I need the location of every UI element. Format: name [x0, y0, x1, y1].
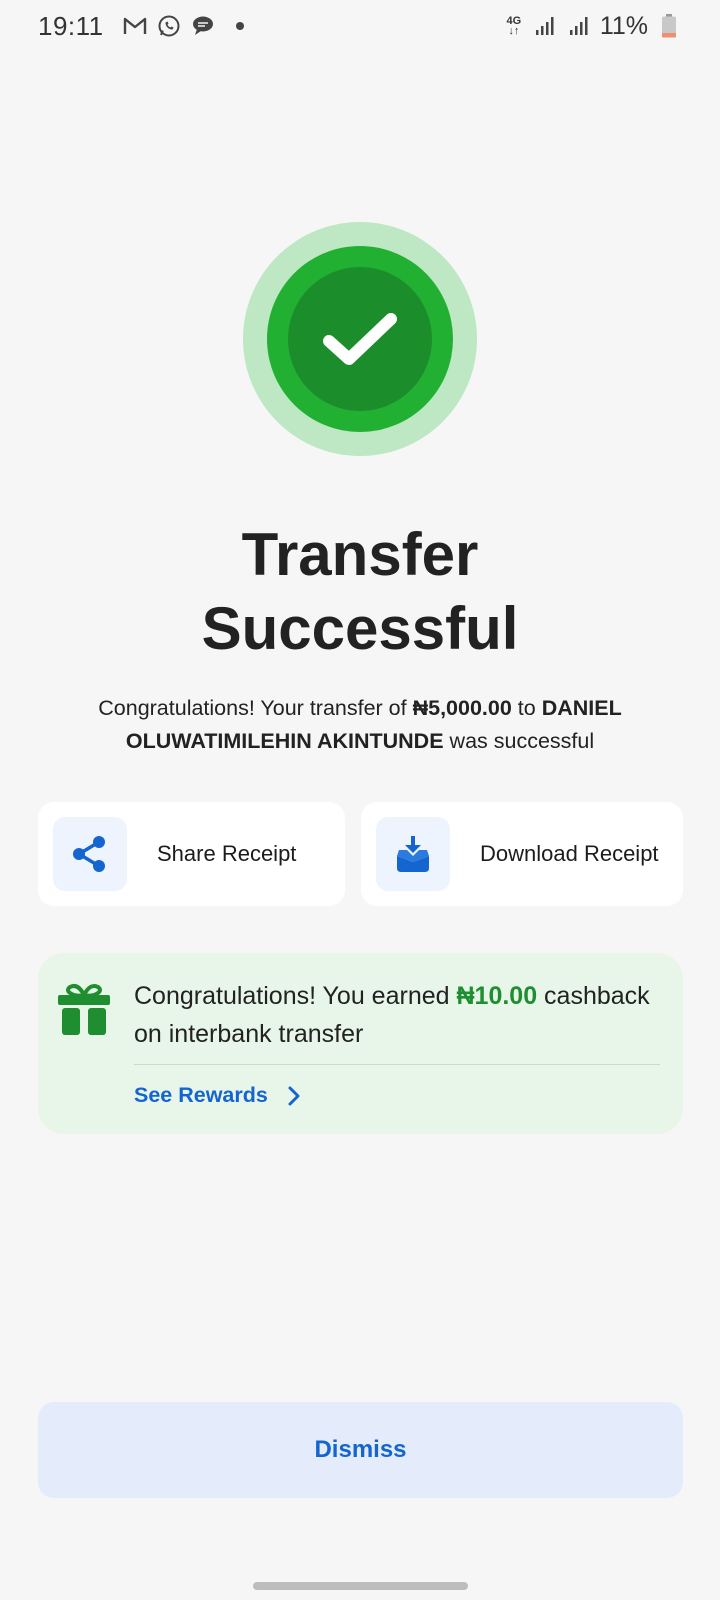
- title-line-2: Successful: [201, 595, 519, 662]
- share-receipt-label: Share Receipt: [157, 841, 297, 866]
- cashback-divider: [134, 1064, 660, 1065]
- status-right: 4G ↓↑ 11%: [504, 12, 682, 41]
- download-icon: [376, 817, 450, 891]
- share-receipt-button[interactable]: Share Receipt: [38, 802, 345, 906]
- network-type-label: 4G: [506, 15, 522, 27]
- home-indicator[interactable]: [253, 1582, 468, 1590]
- title-line-1: Transfer: [241, 521, 479, 588]
- notification-dot: [235, 22, 244, 30]
- cashback-text: Congratulations! You earned ₦10.00 cashb…: [134, 977, 654, 1053]
- status-bar: 19:11 4G ↓↑ 11%: [0, 0, 720, 52]
- transfer-amount: ₦5,000.00: [412, 696, 512, 720]
- transfer-success-screen: 19:11 4G ↓↑ 11% Transfer Successful Cong…: [0, 0, 720, 1600]
- dismiss-button[interactable]: Dismiss: [38, 1402, 683, 1498]
- see-rewards-label: See Rewards: [134, 1083, 268, 1107]
- whatsapp-icon: [156, 13, 182, 39]
- status-left: 19:11: [38, 11, 244, 42]
- message-middle: to: [511, 696, 542, 720]
- gift-icon: [56, 981, 112, 1042]
- chat-bubble-icon: [190, 13, 216, 39]
- network-type-icon: 4G ↓↑: [506, 15, 522, 37]
- success-badge-core: [288, 267, 432, 411]
- message-prefix: Congratulations! Your transfer of: [98, 696, 413, 720]
- download-receipt-button[interactable]: Download Receipt: [361, 802, 683, 906]
- battery-percent: 11%: [599, 11, 648, 40]
- signal-icon-2: [566, 13, 592, 39]
- success-message: Congratulations! Your transfer of ₦5,000…: [70, 692, 650, 758]
- chevron-right-icon: [288, 1086, 300, 1105]
- cashback-amount: ₦10.00: [456, 982, 538, 1010]
- share-icon: [53, 817, 127, 891]
- success-badge-ring: [267, 246, 453, 432]
- gmail-icon: [122, 13, 148, 39]
- page-title: Transfer Successful: [0, 518, 720, 666]
- see-rewards-link[interactable]: See Rewards: [134, 1083, 302, 1108]
- cashback-prefix: Congratulations! You earned: [134, 982, 457, 1010]
- status-time: 19:11: [38, 10, 104, 41]
- cashback-banner: Congratulations! You earned ₦10.00 cashb…: [38, 953, 683, 1134]
- success-badge: [243, 222, 477, 456]
- checkmark-icon: [323, 313, 397, 365]
- download-receipt-label: Download Receipt: [480, 841, 659, 866]
- signal-icon: [532, 13, 558, 39]
- message-suffix: was successful: [443, 729, 595, 753]
- battery-icon: [656, 13, 682, 39]
